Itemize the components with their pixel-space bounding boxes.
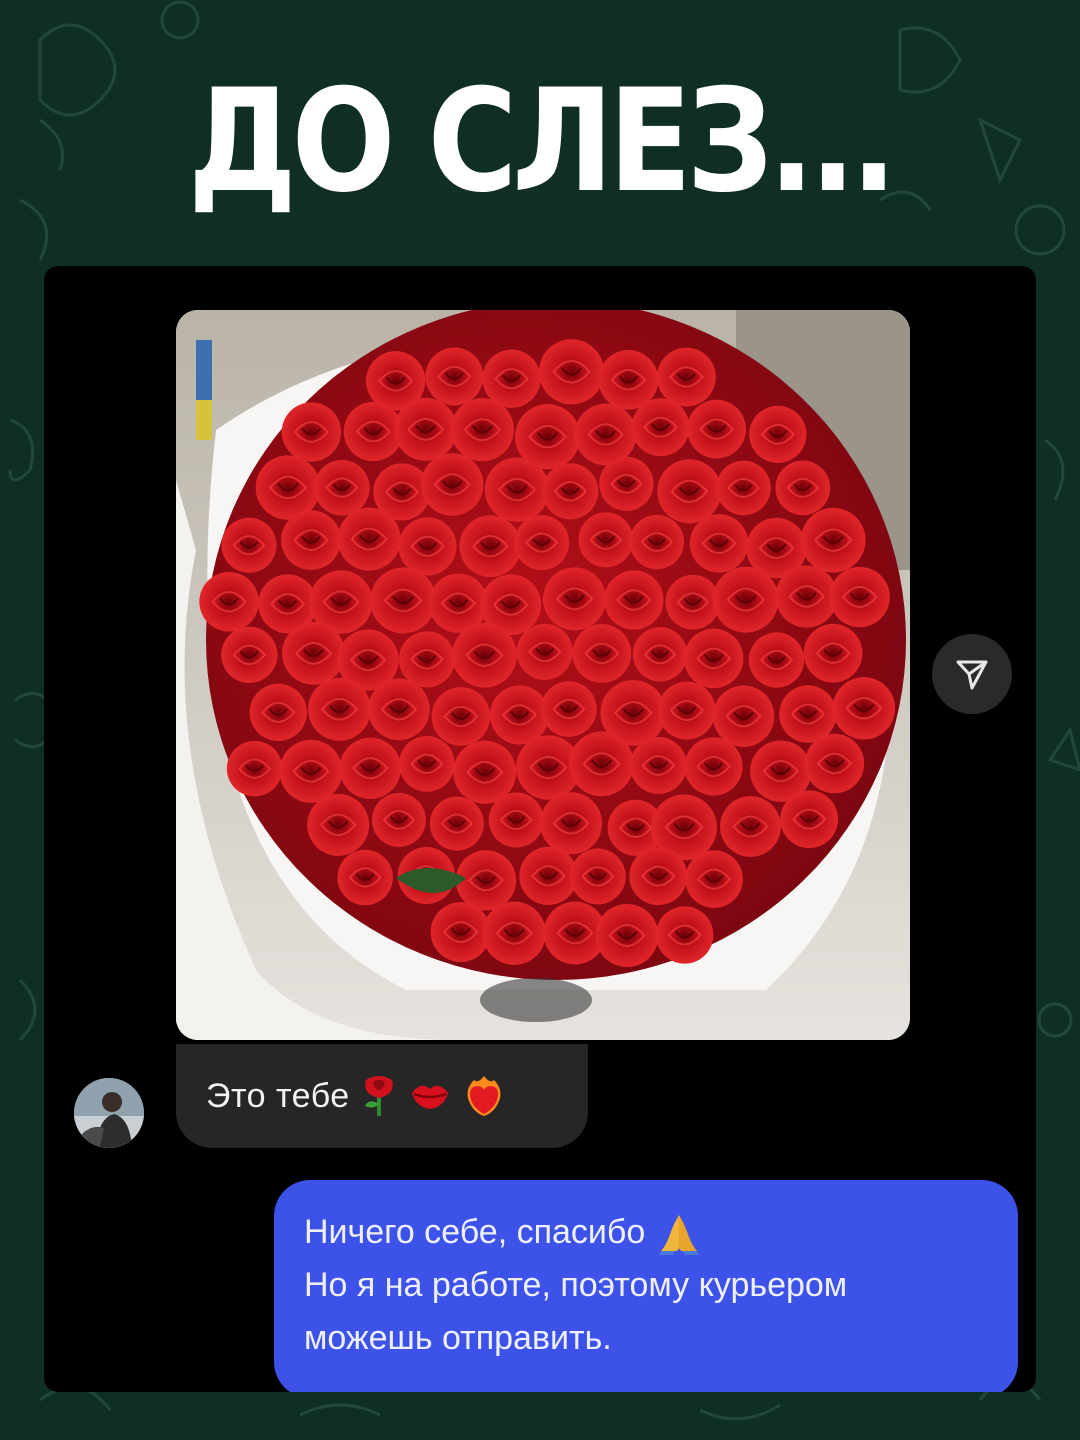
share-button[interactable]: [932, 634, 1012, 714]
folded-hands-emoji: [659, 1214, 700, 1255]
rose-emoji: [364, 1076, 393, 1116]
incoming-message-text: Это тебе: [206, 1076, 350, 1115]
heart-on-fire-emoji: [467, 1076, 501, 1116]
incoming-message[interactable]: Это тебе: [176, 1044, 588, 1148]
paper-plane-icon: [956, 660, 988, 690]
sender-avatar[interactable]: [74, 1078, 144, 1148]
outgoing-line-1: Ничего себе, спасибо: [304, 1206, 992, 1259]
kiss-mark-emoji: [411, 1085, 448, 1109]
page-headline: ДО СЛЕЗ...: [188, 59, 897, 224]
outgoing-line-1-text: Ничего себе, спасибо: [304, 1213, 646, 1251]
outgoing-message[interactable]: Ничего себе, спасибо Но я на работе, поэ…: [274, 1180, 1018, 1392]
chat-window: Это тебе Ничего себе, спасибо Но я на ра…: [44, 266, 1036, 1392]
outgoing-line-3: можешь отправить.: [304, 1319, 612, 1357]
outgoing-line-2: Но я на работе, поэтому курьером: [304, 1266, 848, 1304]
roses-photo[interactable]: [176, 310, 910, 1040]
